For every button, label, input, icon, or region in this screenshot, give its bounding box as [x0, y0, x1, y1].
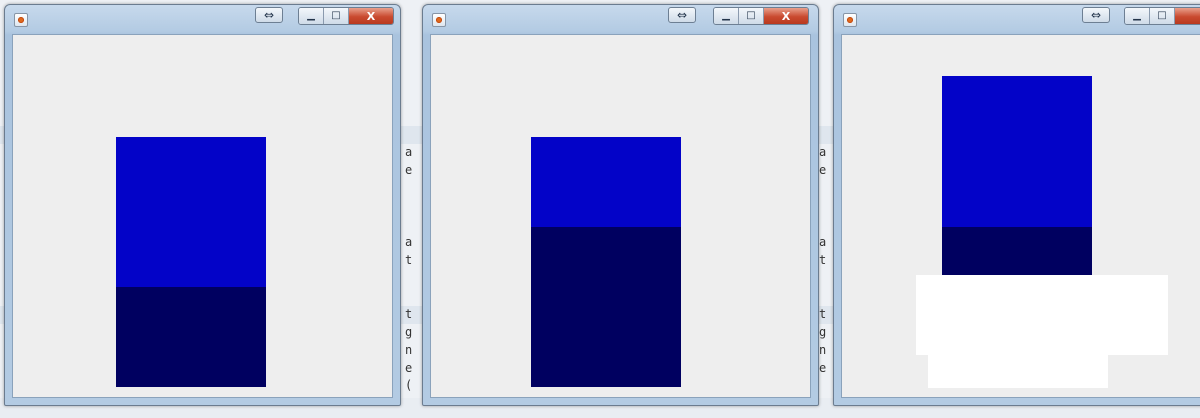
java-app-icon[interactable] — [843, 13, 857, 27]
blue-rectangle — [942, 76, 1092, 227]
window-controls: ▁ □ — [1124, 7, 1200, 25]
editor-char: a — [819, 145, 827, 159]
maximize-icon[interactable]: □ — [739, 8, 764, 24]
editor-char: t — [819, 307, 827, 321]
window-controls: ▁ □ X — [298, 7, 394, 25]
editor-char: a — [405, 235, 413, 249]
maximize-icon[interactable]: □ — [324, 8, 349, 24]
window-content — [12, 34, 393, 398]
app-window-1[interactable]: ⇔ ▁ □ X — [4, 4, 401, 406]
close-button[interactable]: X — [349, 8, 393, 24]
editor-char: g — [405, 325, 413, 339]
window-controls: ▁ □ X — [713, 7, 809, 25]
editor-char: g — [819, 325, 827, 339]
white-overlay-block — [928, 355, 1108, 388]
resize-toggle-button[interactable]: ⇔ — [668, 7, 696, 23]
title-bar[interactable]: ⇔ ▁ □ X — [5, 5, 400, 33]
java-app-icon[interactable] — [14, 13, 28, 27]
blue-rectangle — [116, 137, 266, 287]
navy-rectangle — [531, 227, 681, 387]
editor-char: e — [405, 361, 413, 375]
maximize-icon[interactable]: □ — [1150, 8, 1175, 24]
close-button[interactable]: X — [764, 8, 808, 24]
white-overlay-block — [916, 275, 1168, 355]
java-app-icon[interactable] — [432, 13, 446, 27]
editor-char: t — [819, 253, 827, 267]
title-bar[interactable]: ⇔ ▁ □ — [834, 5, 1200, 33]
minimize-icon[interactable]: ▁ — [299, 8, 324, 24]
close-button[interactable] — [1175, 8, 1200, 24]
editor-char: n — [819, 343, 827, 357]
resize-toggle-button[interactable]: ⇔ — [255, 7, 283, 23]
navy-rectangle — [942, 227, 1092, 277]
window-content — [430, 34, 811, 398]
resize-toggle-button[interactable]: ⇔ — [1082, 7, 1110, 23]
navy-rectangle — [116, 287, 266, 387]
editor-char: ( — [405, 378, 413, 392]
title-bar[interactable]: ⇔ ▁ □ X — [423, 5, 818, 33]
editor-char: e — [819, 361, 827, 375]
editor-char: n — [405, 343, 413, 357]
editor-char: a — [819, 235, 827, 249]
minimize-icon[interactable]: ▁ — [714, 8, 739, 24]
editor-char: e — [405, 163, 413, 177]
minimize-icon[interactable]: ▁ — [1125, 8, 1150, 24]
editor-char: t — [405, 253, 413, 267]
editor-char: a — [405, 145, 413, 159]
editor-char: t — [405, 307, 413, 321]
app-window-2[interactable]: ⇔ ▁ □ X — [422, 4, 819, 406]
blue-rectangle — [531, 137, 681, 227]
editor-char: e — [819, 163, 827, 177]
